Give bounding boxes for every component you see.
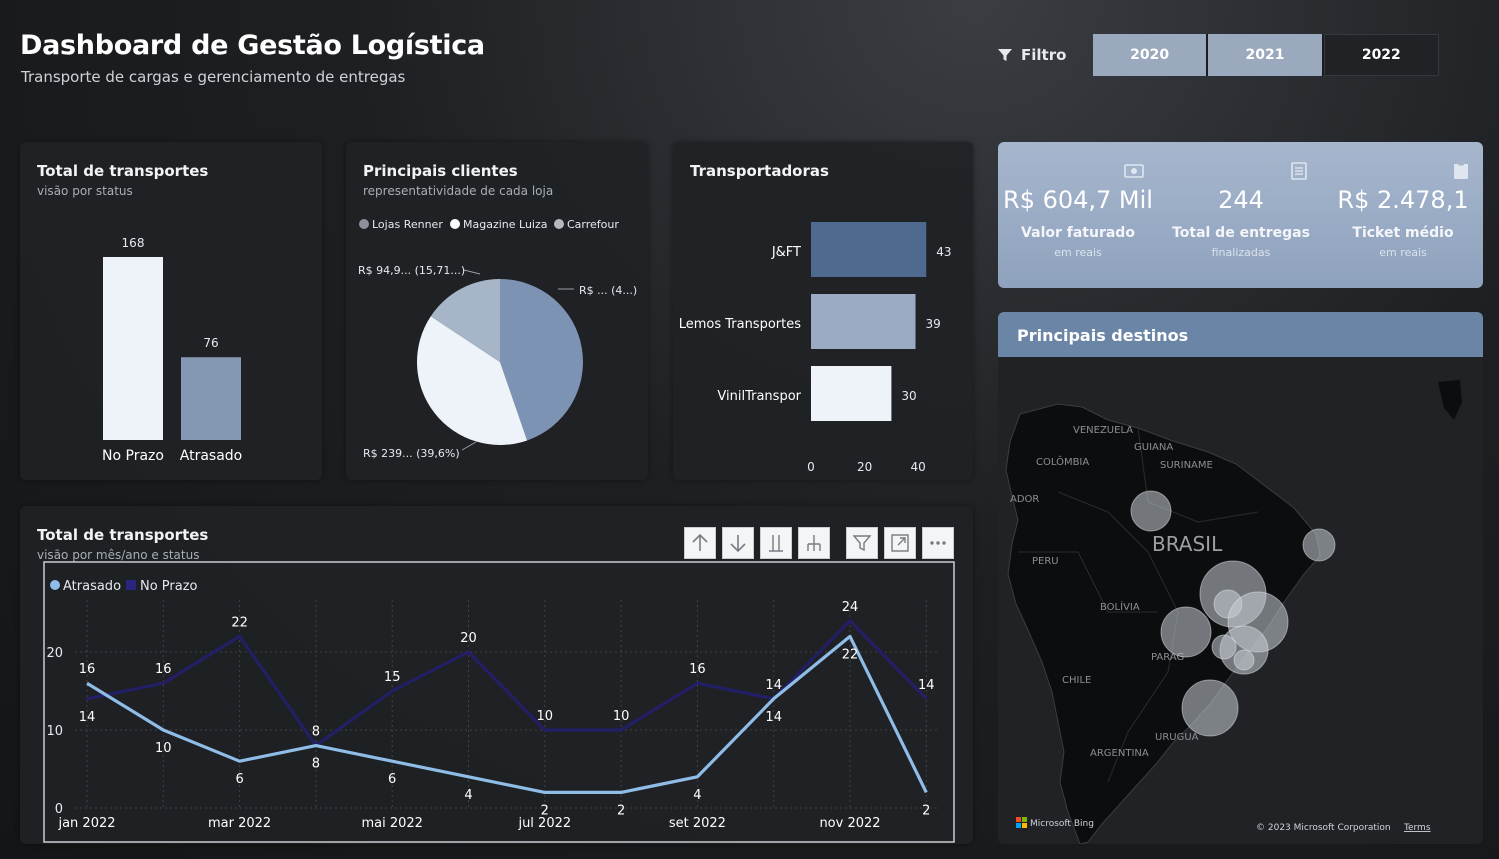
data-label: 2 [922,803,930,818]
data-label: 20 [460,631,477,646]
data-label: 6 [235,772,243,787]
data-label: 6 [388,772,396,787]
series-line [86,619,928,748]
data-label: 24 [842,600,859,615]
axis-tick-label: 10 [46,724,63,739]
data-label: 2 [617,803,625,818]
data-label: 4 [464,788,472,803]
data-label: 4 [693,788,701,803]
data-label: 22 [842,647,859,662]
axis-tick-label: mar 2022 [208,816,271,831]
data-label: 10 [613,709,630,724]
axis-tick-label: set 2022 [669,816,726,831]
data-label: 22 [231,615,248,630]
data-label: 15 [384,670,401,685]
data-label: 8 [312,757,320,772]
data-label: 14 [918,678,935,693]
axis-tick-label: nov 2022 [819,816,880,831]
data-label: 14 [765,710,782,725]
axis-tick-label: mai 2022 [361,816,422,831]
data-label: 10 [537,709,554,724]
data-label: 16 [155,662,172,677]
data-label: 10 [155,741,172,756]
legend-label: Atrasado [63,579,121,594]
axis-tick-label: jan 2022 [57,816,115,831]
data-label: 16 [79,662,96,677]
timeline-line-chart: Atrasado No Prazo 0 10 20 jan 2022 mar 2022 mai… [43,561,955,843]
data-label: 8 [312,725,320,740]
visual-selection-frame [43,561,955,843]
legend-marker [50,580,60,590]
series-line [86,634,928,795]
data-label: 14 [79,710,96,725]
data-label: 2 [541,803,549,818]
data-label: 14 [765,678,782,693]
axis-tick-label: 0 [55,802,63,817]
axis-tick-label: 20 [46,646,63,661]
legend-marker [126,580,136,590]
data-label: 16 [689,662,706,677]
legend-label: No Prazo [140,579,198,594]
